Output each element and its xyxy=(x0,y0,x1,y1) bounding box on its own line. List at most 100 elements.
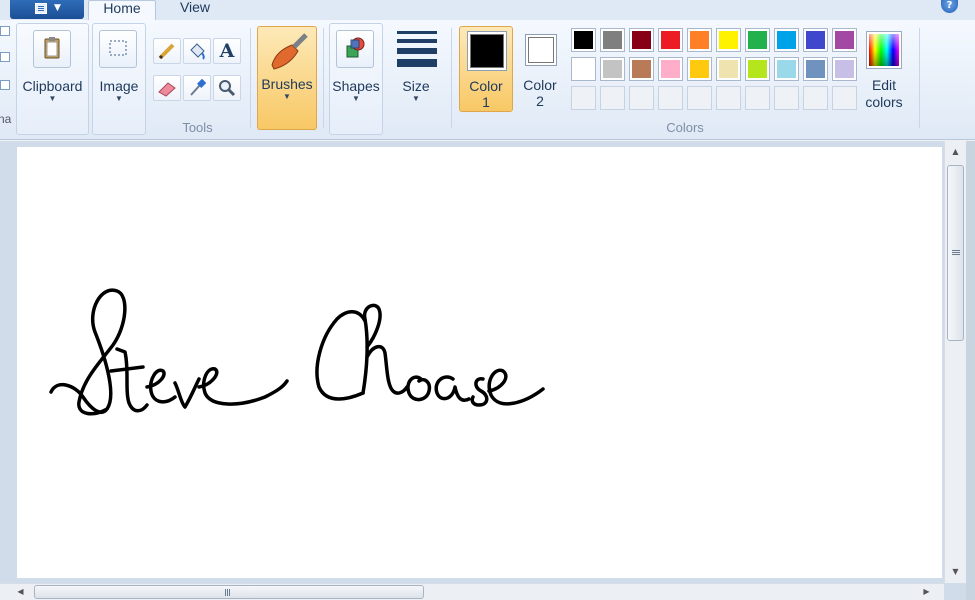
tools-group-label: Tools xyxy=(182,120,213,135)
shapes-icon-frame xyxy=(336,30,374,68)
palette-swatch[interactable] xyxy=(716,28,741,52)
grip-icon xyxy=(952,250,960,251)
text-tool[interactable]: A xyxy=(213,38,241,64)
brush-icon xyxy=(271,33,308,70)
palette-swatch[interactable] xyxy=(745,57,770,81)
eraser-tool[interactable] xyxy=(153,75,181,101)
palette-swatch[interactable] xyxy=(745,28,770,52)
palette-swatch-fill xyxy=(719,60,738,78)
clipboard-button[interactable]: Clipboard ▼ xyxy=(16,28,89,128)
color2-number: 2 xyxy=(536,93,544,109)
drawing-canvas[interactable] xyxy=(17,147,942,578)
scroll-right-icon[interactable]: ▶ xyxy=(918,584,935,600)
palette-swatch-fill xyxy=(835,31,854,49)
horizontal-scrollbar[interactable]: ◀ ▶ xyxy=(0,583,944,600)
edit-colors-button[interactable]: Edit colors xyxy=(860,26,908,126)
palette-empty-slot[interactable] xyxy=(745,86,770,110)
scroll-down-icon[interactable]: ▼ xyxy=(945,563,966,580)
app-menu-button[interactable]: ▼ xyxy=(10,0,84,19)
horizontal-scroll-thumb[interactable] xyxy=(34,585,424,599)
edit-colors-label-1: Edit xyxy=(871,77,897,93)
chevron-down-icon: ▼ xyxy=(352,94,360,103)
palette-swatch-fill xyxy=(661,60,680,78)
palette-swatch[interactable] xyxy=(658,57,683,81)
palette-swatch[interactable] xyxy=(687,57,712,81)
palette-swatch[interactable] xyxy=(774,57,799,81)
app-menu-icon xyxy=(35,3,47,14)
palette-swatch-fill xyxy=(690,60,709,78)
palette-empty-slot[interactable] xyxy=(571,86,596,110)
chevron-down-icon: ▼ xyxy=(283,92,291,101)
image-icon-frame xyxy=(99,30,137,68)
ribbon: na Clipboard ▼ Image ▼ A Tools Brushes ▼… xyxy=(0,20,975,140)
palette-empty-slot[interactable] xyxy=(803,86,828,110)
pencil-tool[interactable] xyxy=(153,38,181,64)
palette-swatch[interactable] xyxy=(600,28,625,52)
palette-swatch[interactable] xyxy=(774,28,799,52)
separator xyxy=(323,28,324,128)
magnifier-icon xyxy=(219,80,236,97)
palette-swatch[interactable] xyxy=(832,57,857,81)
fill-bucket-icon xyxy=(190,43,205,60)
palette-swatch[interactable] xyxy=(687,28,712,52)
color-picker-icon xyxy=(190,78,207,96)
image-label: Image xyxy=(99,78,139,94)
scroll-up-icon[interactable]: ▲ xyxy=(945,143,966,160)
color2-button[interactable]: Color 2 xyxy=(517,26,563,112)
chevron-down-icon: ▼ xyxy=(48,94,57,103)
colors-group-label: Colors xyxy=(666,120,704,135)
scroll-left-icon[interactable]: ◀ xyxy=(12,584,29,600)
palette-swatch-fill xyxy=(806,31,825,49)
palette-swatch[interactable] xyxy=(803,28,828,52)
palette-empty-slot[interactable] xyxy=(600,86,625,110)
left-strip: na xyxy=(0,20,12,140)
color-picker-tool[interactable] xyxy=(183,75,211,101)
size-label: Size xyxy=(402,78,430,94)
signature-drawing xyxy=(49,288,545,416)
shapes-button[interactable]: Shapes ▼ xyxy=(329,28,383,128)
palette-empty-slot[interactable] xyxy=(687,86,712,110)
palette-empty-slot[interactable] xyxy=(832,86,857,110)
palette-swatch-fill xyxy=(719,31,738,49)
palette-swatch-fill xyxy=(661,31,680,49)
palette-swatch[interactable] xyxy=(600,57,625,81)
palette-empty-slot[interactable] xyxy=(629,86,654,110)
palette-empty-slot[interactable] xyxy=(716,86,741,110)
chevron-down-icon: ▼ xyxy=(412,94,420,103)
vertical-scroll-thumb[interactable] xyxy=(947,165,964,341)
help-icon[interactable]: ? xyxy=(941,0,958,13)
color-spectrum-icon xyxy=(866,31,902,69)
brushes-label: Brushes xyxy=(261,76,313,92)
clipboard-icon-frame xyxy=(33,30,71,68)
vertical-scrollbar[interactable]: ▲ ▼ xyxy=(944,141,966,583)
color1-button[interactable]: Color 1 xyxy=(459,26,513,112)
palette-swatch[interactable] xyxy=(716,57,741,81)
tab-home[interactable]: Home xyxy=(88,0,156,21)
palette-swatch[interactable] xyxy=(658,28,683,52)
color1-number: 1 xyxy=(482,94,490,110)
size-button[interactable]: Size ▼ xyxy=(388,28,444,128)
magnifier-tool[interactable] xyxy=(213,75,241,101)
selection-icon xyxy=(109,40,127,56)
separator xyxy=(250,28,251,128)
palette-swatch[interactable] xyxy=(629,57,654,81)
fill-tool[interactable] xyxy=(183,38,211,64)
brushes-button[interactable]: Brushes ▼ xyxy=(257,26,317,130)
tab-view[interactable]: View xyxy=(160,0,230,21)
ribbon-tab-bar: ▼ Home View ? xyxy=(0,0,975,21)
palette-empty-slot[interactable] xyxy=(658,86,683,110)
palette-swatch[interactable] xyxy=(803,57,828,81)
palette-swatch[interactable] xyxy=(571,28,596,52)
color1-fill xyxy=(470,34,504,68)
pencil-icon xyxy=(158,43,175,60)
palette-swatch[interactable] xyxy=(629,28,654,52)
palette-empty-slot[interactable] xyxy=(774,86,799,110)
clipboard-icon xyxy=(44,37,60,59)
palette-swatch[interactable] xyxy=(832,28,857,52)
image-button[interactable]: Image ▼ xyxy=(92,28,146,128)
color1-swatch xyxy=(467,31,507,71)
color2-fill xyxy=(528,37,554,63)
palette-swatch[interactable] xyxy=(571,57,596,81)
clipboard-label: Clipboard xyxy=(22,78,83,94)
shapes-label: Shapes xyxy=(332,78,380,94)
